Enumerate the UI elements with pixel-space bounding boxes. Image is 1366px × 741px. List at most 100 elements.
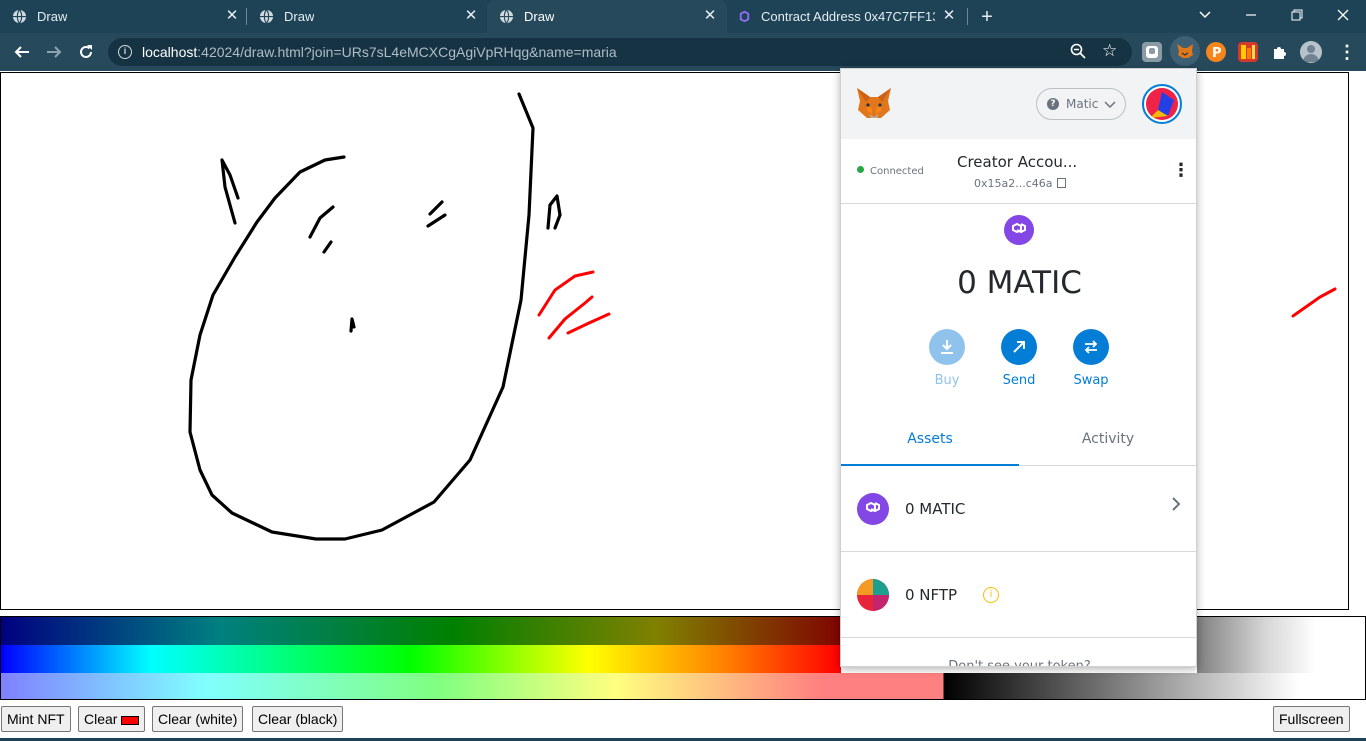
globe-icon — [12, 9, 27, 24]
nose-stroke — [349, 317, 356, 333]
extension-icon[interactable] — [1142, 42, 1162, 62]
metamask-extension-button[interactable] — [1170, 36, 1200, 66]
url-path: :42024/draw.html?join=URs7sL4eMCXCgAgiVp… — [197, 44, 617, 60]
mint-nft-button[interactable]: Mint NFT — [1, 706, 71, 732]
tab-close-icon[interactable]: ✕ — [224, 8, 240, 24]
close-window-icon[interactable] — [1331, 4, 1355, 26]
tab-search-chevron-icon[interactable] — [1193, 4, 1217, 26]
back-arrow-icon[interactable] — [10, 40, 34, 64]
profile-avatar[interactable] — [1300, 41, 1322, 63]
account-address-text: 0x15a2...c46a — [974, 177, 1053, 190]
connected-dot-icon — [857, 166, 864, 173]
zoom-magnifier-icon[interactable] — [1070, 43, 1088, 61]
url-host: localhost — [142, 44, 198, 60]
minimize-icon[interactable] — [1239, 4, 1263, 26]
asset-balance: 0 MATIC — [905, 500, 966, 518]
metamask-fox-logo — [857, 88, 891, 118]
wallet-tabs: Assets Activity — [841, 419, 1196, 466]
metamask-fox-icon — [1177, 44, 1193, 58]
fullscreen-button[interactable]: Fullscreen — [1273, 706, 1350, 732]
reload-icon[interactable] — [74, 40, 98, 64]
account-avatar[interactable] — [1142, 84, 1182, 124]
send-button[interactable]: Send — [989, 329, 1049, 388]
tab-assets[interactable]: Assets — [841, 419, 1019, 466]
swap-icon — [1073, 329, 1109, 365]
metamask-header: ? Matic — [841, 69, 1196, 139]
tab-close-icon[interactable]: ✕ — [702, 8, 718, 24]
tab-activity[interactable]: Activity — [1019, 419, 1196, 466]
tab-title: Draw — [524, 9, 555, 24]
palette-light-row[interactable] — [1, 673, 1365, 699]
account-options-icon[interactable]: ⋮ — [1172, 161, 1190, 181]
buy-button[interactable]: Buy — [917, 329, 977, 388]
asset-row-nftp[interactable]: 0 NFTP i — [841, 552, 1196, 638]
red-far-stroke — [1291, 287, 1337, 318]
buy-label: Buy — [934, 373, 960, 388]
asset-balance: 0 NFTP — [905, 586, 958, 604]
tab-close-icon[interactable]: ✕ — [463, 8, 479, 24]
network-selector[interactable]: ? Matic — [1036, 88, 1126, 120]
restore-icon[interactable] — [1285, 4, 1309, 26]
left-eye-stroke — [308, 205, 335, 239]
red-whisker-stroke-1 — [537, 270, 595, 317]
tab-title: Contract Address 0x47C7FF137D — [761, 9, 935, 24]
clear-black-button[interactable]: Clear (black) — [252, 706, 344, 732]
account-bar: Connected Creator Accou... 0x15a2...c46a… — [841, 139, 1196, 204]
address-bar[interactable]: i localhost:42024/draw.html?join=URs7sL4… — [108, 38, 1132, 66]
browser-tab-2[interactable]: Draw ✕ — [247, 0, 487, 33]
site-info-icon[interactable]: i — [118, 45, 132, 59]
tab-title: Draw — [37, 9, 68, 24]
forward-arrow-icon[interactable] — [42, 40, 66, 64]
browser-tab-3-active[interactable]: Draw ✕ — [487, 0, 727, 33]
bookmark-star-icon[interactable]: ☆ — [1102, 41, 1120, 60]
send-label: Send — [1002, 373, 1036, 388]
clear-red-button[interactable]: Clear — [78, 706, 146, 732]
face-outline-stroke — [188, 92, 535, 541]
red-color-swatch — [121, 715, 140, 725]
asset-row-matic[interactable]: 0 MATIC — [841, 466, 1196, 552]
right-eye-stroke — [426, 200, 447, 228]
right-ear-stroke — [546, 194, 562, 230]
left-eye-lower-stroke — [322, 240, 333, 254]
connection-status-text: Connected — [870, 166, 924, 177]
swap-label: Swap — [1073, 373, 1109, 388]
palette-gray-gradient[interactable] — [1197, 617, 1365, 673]
connection-status[interactable]: Connected — [857, 166, 924, 177]
chevron-down-icon — [1104, 94, 1116, 114]
info-warning-icon[interactable]: i — [983, 587, 999, 603]
browser-tab-strip: Draw ✕ Draw ✕ Draw ✕ Contract Address 0x… — [0, 0, 1366, 33]
balance-amount: 0 MATIC — [957, 265, 1082, 301]
tab-close-icon[interactable]: ✕ — [941, 8, 957, 24]
clear-white-button[interactable]: Clear (white) — [152, 706, 244, 732]
extensions-puzzle-icon[interactable] — [1270, 42, 1290, 62]
network-name: Matic — [1066, 97, 1099, 111]
polygon-token-logo — [1004, 215, 1034, 245]
new-tab-button[interactable]: + — [976, 6, 998, 28]
account-address[interactable]: 0x15a2...c46a — [974, 177, 1066, 190]
tab-title: Draw — [284, 9, 315, 24]
swap-button[interactable]: Swap — [1061, 329, 1121, 388]
svg-text:P: P — [1212, 46, 1222, 61]
matic-token-icon — [857, 493, 889, 525]
url-text[interactable]: localhost:42024/draw.html?join=URs7sL4eM… — [142, 44, 617, 60]
browser-tab-4[interactable]: Contract Address 0x47C7FF137D ✕ — [727, 0, 967, 33]
chevron-right-icon — [1171, 496, 1181, 517]
extension-coin-icon[interactable]: P — [1206, 42, 1226, 62]
polygon-icon — [739, 10, 750, 23]
browser-toolbar: i localhost:42024/draw.html?join=URs7sL4… — [0, 33, 1366, 71]
browser-tab-1[interactable]: Draw ✕ — [0, 0, 246, 33]
browser-menu-icon[interactable]: ⋮ — [1338, 41, 1356, 63]
left-ear-stroke — [220, 158, 240, 225]
copy-icon — [1056, 178, 1066, 188]
dont-see-token-link[interactable]: Don't see your token? — [841, 659, 1196, 666]
red-whisker-stroke-3 — [566, 312, 611, 335]
globe-icon — [499, 9, 514, 24]
extension-colorful-icon[interactable] — [1238, 42, 1258, 62]
network-help-icon: ? — [1047, 98, 1059, 110]
nftp-token-icon — [857, 579, 889, 611]
tab-separator — [967, 8, 968, 25]
clear-red-label: Clear — [84, 711, 118, 727]
metamask-popup: ? Matic Connected Creator Accou... 0x15a… — [840, 68, 1197, 667]
globe-icon — [259, 9, 274, 24]
send-arrow-icon — [1001, 329, 1037, 365]
